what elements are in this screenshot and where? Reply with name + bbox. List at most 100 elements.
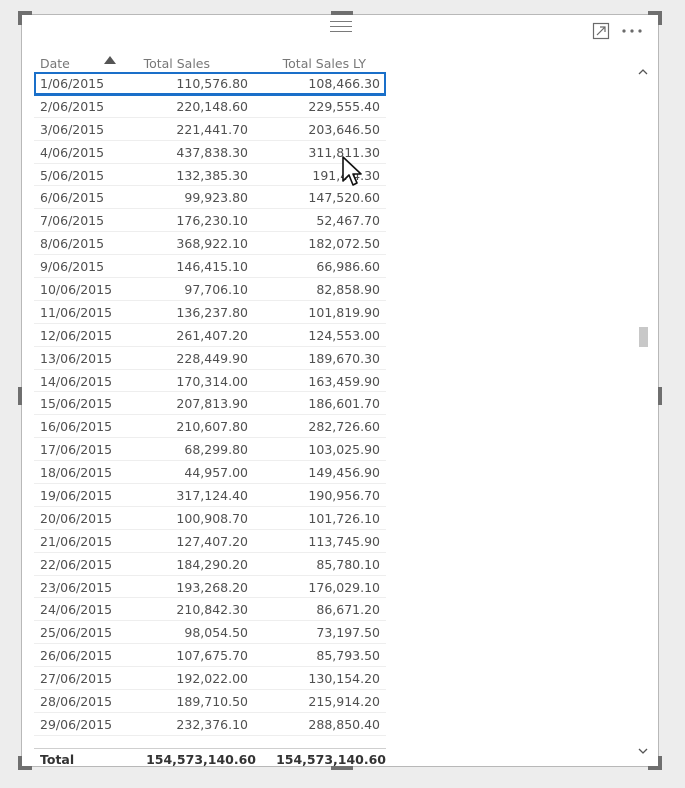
table-row[interactable]: 30/06/2015 182,206.50 128,171.00 [34, 736, 386, 743]
resize-handle-top-left[interactable] [18, 11, 32, 25]
table-row[interactable]: 12/06/2015 261,407.20 124,553.00 [34, 324, 386, 347]
table-row[interactable]: 24/06/2015 210,842.30 86,671.20 [34, 598, 386, 622]
cell-total-sales-ly: 108,466.30 [308, 76, 380, 91]
table-row[interactable]: 26/06/2015 107,675.70 85,793.50 [34, 644, 386, 668]
table-body: 1/06/2015 110,576.80 108,466.30 2/06/2015 22… [34, 72, 386, 743]
cell-date: 8/06/2015 [40, 236, 105, 252]
resize-handle-top[interactable] [331, 11, 353, 15]
table-row[interactable]: 19/06/2015 317,124.40 190,956.70 [34, 484, 386, 507]
column-header-total-sales-ly[interactable]: Total Sales LY [283, 56, 366, 71]
table-row[interactable]: 22/06/2015 184,290.20 85,780.10 [34, 553, 386, 576]
cell-total-sales: 176,230.10 [176, 213, 248, 229]
cell-total-sales: 207,813.90 [176, 396, 248, 412]
resize-handle-bottom-left[interactable] [18, 756, 32, 770]
table-visual[interactable]: Date Total Sales Total Sales LY 1/06/201… [18, 11, 662, 770]
table-row[interactable]: 16/06/2015 210,607.80 282,726.60 [34, 415, 386, 439]
cell-date: 10/06/2015 [40, 282, 113, 298]
column-header-date[interactable]: Date [40, 56, 70, 71]
cell-total-sales-ly: 189,670.30 [308, 350, 380, 366]
cell-date: 13/06/2015 [40, 350, 113, 366]
cell-total-sales: 192,022.00 [176, 671, 248, 687]
table-row[interactable]: 9/06/2015 146,415.10 66,986.60 [34, 255, 386, 279]
cell-date: 22/06/2015 [40, 556, 113, 572]
table-row[interactable]: 8/06/2015 368,922.10 182,072.50 [34, 232, 386, 256]
cell-total-sales: 146,415.10 [176, 259, 248, 275]
sort-ascending-icon[interactable] [104, 56, 116, 64]
cell-total-sales-ly: 186,601.70 [308, 396, 380, 412]
table-row[interactable]: 4/06/2015 437,838.30 311,811.30 [34, 141, 386, 164]
table-row[interactable]: 10/06/2015 97,706.10 82,858.90 [34, 278, 386, 301]
cell-total-sales-ly: 124,553.00 [308, 327, 380, 343]
table-row[interactable]: 6/06/2015 99,923.80 147,520.60 [34, 186, 386, 210]
table-row[interactable]: 13/06/2015 228,449.90 189,670.30 [34, 347, 386, 370]
table-row[interactable]: 25/06/2015 98,054.50 73,197.50 [34, 621, 386, 645]
resize-handle-top-right[interactable] [648, 11, 662, 25]
cell-total-sales-ly: 176,029.10 [308, 579, 380, 595]
table-row[interactable]: 23/06/2015 193,268.20 176,029.10 [34, 576, 386, 599]
cell-total-sales: 127,407.20 [176, 533, 248, 549]
cell-total-sales: 220,148.60 [176, 98, 248, 114]
scroll-down-icon[interactable] [638, 746, 648, 756]
table-row[interactable]: 5/06/2015 132,385.30 191,4 4.30 [34, 164, 386, 187]
cell-date: 14/06/2015 [40, 373, 113, 389]
vertical-scrollbar[interactable] [636, 63, 650, 758]
cell-total-sales: 193,268.20 [176, 579, 248, 595]
table-row[interactable]: 20/06/2015 100,908.70 101,726.10 [34, 507, 386, 530]
cell-date: 28/06/2015 [40, 694, 113, 710]
cell-total-sales-ly: 103,025.90 [308, 442, 380, 458]
total-label: Total [40, 752, 75, 767]
cell-total-sales: 110,576.80 [176, 76, 248, 91]
cell-total-sales-ly: 215,914.20 [308, 694, 380, 710]
cell-total-sales: 107,675.70 [176, 648, 248, 664]
cell-total-sales-ly: 147,520.60 [308, 190, 380, 206]
cell-total-sales-ly: 163,459.90 [308, 373, 380, 389]
cell-date: 3/06/2015 [40, 121, 105, 137]
cell-date: 23/06/2015 [40, 579, 113, 595]
scroll-up-icon[interactable] [638, 67, 648, 77]
table-row[interactable]: 15/06/2015 207,813.90 186,601.70 [34, 392, 386, 416]
table-row[interactable]: 1/06/2015 110,576.80 108,466.30 [34, 72, 386, 96]
cell-total-sales-ly: 85,780.10 [316, 556, 380, 572]
cell-total-sales-ly: 113,745.90 [308, 533, 380, 549]
cell-total-sales-ly: 130,154.20 [308, 671, 380, 687]
table-row[interactable]: 2/06/2015 220,148.60 229,555.40 [34, 95, 386, 118]
cell-total-sales: 132,385.30 [176, 167, 248, 183]
cell-total-sales-ly: 85,793.50 [316, 648, 380, 664]
table-row[interactable]: 29/06/2015 232,376.10 288,850.40 [34, 713, 386, 736]
cell-total-sales: 228,449.90 [176, 350, 248, 366]
scrollbar-thumb[interactable] [639, 327, 648, 347]
table-row[interactable]: 21/06/2015 127,407.20 113,745.90 [34, 530, 386, 553]
table-row[interactable]: 14/06/2015 170,314.00 163,459.90 [34, 370, 386, 393]
table-row[interactable]: 3/06/2015 221,441.70 203,646.50 [34, 118, 386, 141]
table-row[interactable]: 17/06/2015 68,299.80 103,025.90 [34, 438, 386, 462]
cell-total-sales: 437,838.30 [176, 144, 248, 160]
resize-handle-right[interactable] [658, 387, 662, 405]
cell-total-sales: 97,706.10 [184, 282, 248, 298]
table-row[interactable]: 27/06/2015 192,022.00 130,154.20 [34, 667, 386, 691]
table-row[interactable]: 18/06/2015 44,957.00 149,456.90 [34, 461, 386, 485]
cell-total-sales-ly: 101,819.90 [308, 304, 380, 320]
table-row[interactable]: 28/06/2015 189,710.50 215,914.20 [34, 690, 386, 713]
cell-total-sales: 99,923.80 [184, 190, 248, 206]
focus-mode-icon[interactable] [592, 22, 610, 40]
cell-total-sales-ly: 101,726.10 [308, 510, 380, 526]
cell-total-sales-ly: 66,986.60 [316, 259, 380, 275]
cell-total-sales: 100,908.70 [176, 510, 248, 526]
column-header-total-sales[interactable]: Total Sales [144, 56, 210, 71]
table-row[interactable]: 11/06/2015 136,237.80 101,819.90 [34, 301, 386, 324]
more-options-icon[interactable] [620, 22, 644, 40]
resize-handle-left[interactable] [18, 387, 22, 405]
cell-total-sales-ly: 82,858.90 [316, 282, 380, 298]
table-row[interactable]: 7/06/2015 176,230.10 52,467.70 [34, 209, 386, 233]
drag-grip-icon[interactable] [330, 21, 352, 33]
cell-total-sales: 189,710.50 [176, 694, 248, 710]
cell-total-sales: 136,237.80 [176, 304, 248, 320]
cell-total-sales-ly: 73,197.50 [316, 625, 380, 641]
table-total-row: Total 154,573,140.60 154,573,140.60 [34, 748, 386, 771]
cell-date: 24/06/2015 [40, 602, 113, 618]
cell-date: 7/06/2015 [40, 213, 105, 229]
cell-date: 30/06/2015 [40, 740, 112, 743]
resize-handle-bottom-right[interactable] [648, 756, 662, 770]
cell-total-sales: 184,290.20 [176, 556, 248, 572]
cell-total-sales-ly: 52,467.70 [316, 213, 380, 229]
